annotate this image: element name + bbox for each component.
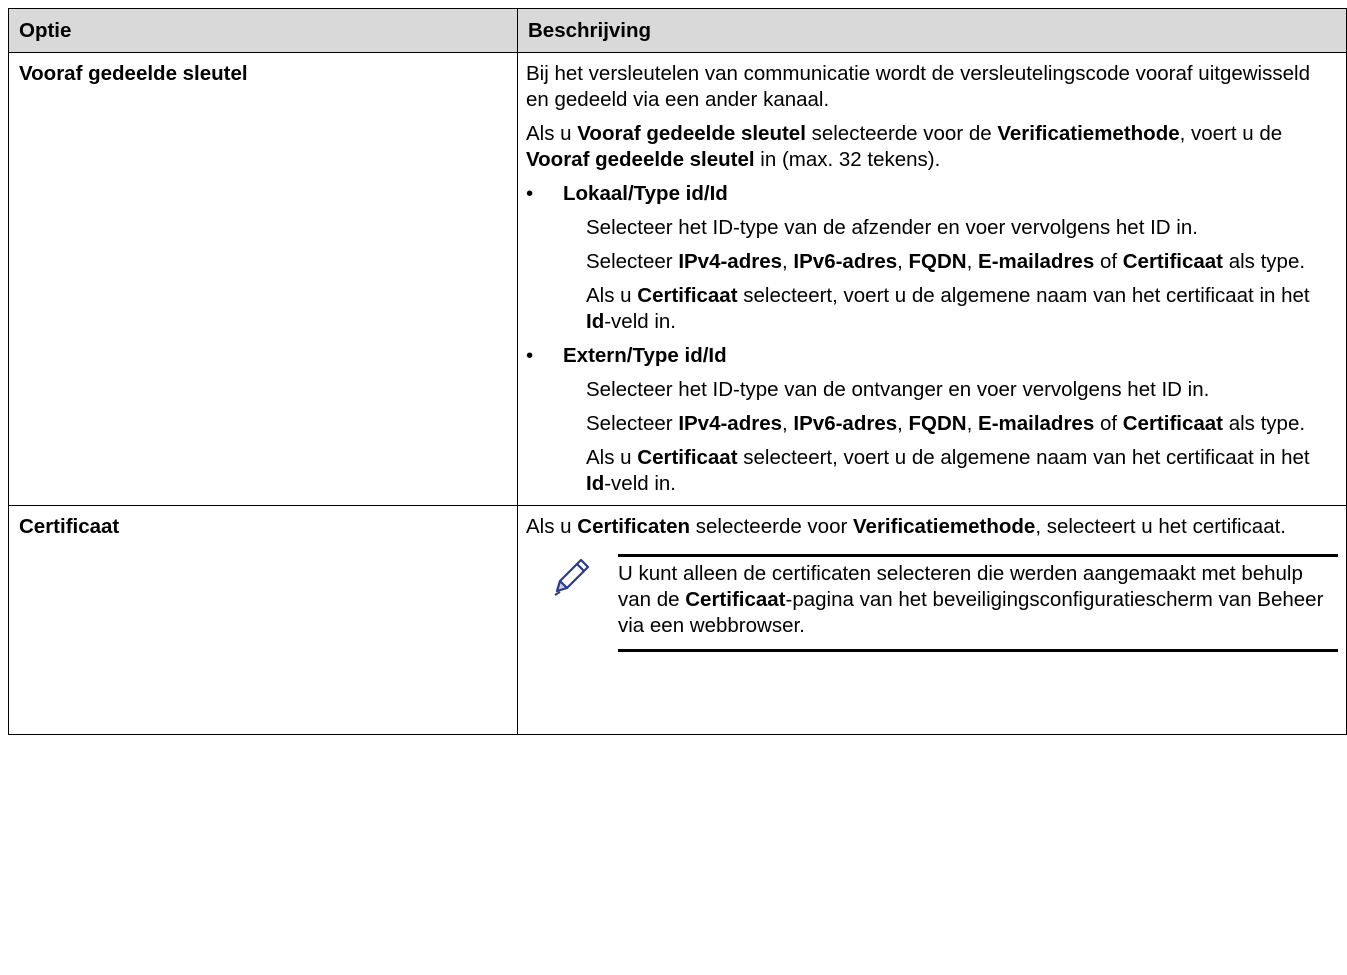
table-row: Certificaat Als u Certificaten selecteer… — [8, 505, 1347, 735]
header-option: Optie — [8, 8, 518, 53]
paragraph: Bij het versleutelen van communicatie wo… — [526, 62, 1310, 111]
note-box: U kunt alleen de certificaten selecteren… — [526, 554, 1338, 726]
bullet-label: Lokaal/Type id/Id — [563, 182, 728, 205]
bullet-item-local: • Lokaal/Type id/Id — [526, 181, 1338, 207]
paragraph: Als u Vooraf gedeelde sleutel selecteerd… — [526, 122, 1283, 171]
sub-paragraph: Selecteer IPv4-adres, IPv6-adres, FQDN, … — [586, 250, 1306, 273]
bullet-icon: • — [526, 344, 534, 367]
table-row: Vooraf gedeelde sleutel Bij het versleut… — [8, 52, 1347, 506]
note-divider-bottom — [618, 649, 1338, 652]
pencil-icon — [554, 558, 590, 596]
sub-paragraph: Selecteer IPv4-adres, IPv6-adres, FQDN, … — [586, 412, 1306, 435]
option-preshared-key: Vooraf gedeelde sleutel — [8, 52, 518, 506]
header-description: Beschrijving — [517, 8, 1347, 53]
note-text: U kunt alleen de certificaten selecteren… — [618, 562, 1324, 637]
description-preshared-key: Bij het versleutelen van communicatie wo… — [517, 52, 1347, 506]
note-divider-top — [618, 554, 1338, 557]
sub-paragraph: Selecteer het ID-type van de ontvanger e… — [586, 378, 1210, 401]
table-header-row: Optie Beschrijving — [8, 8, 1347, 53]
bullet-icon: • — [526, 182, 534, 205]
option-certificate: Certificaat — [8, 505, 518, 735]
paragraph: Als u Certificaten selecteerde voor Veri… — [526, 515, 1286, 538]
options-table: Optie Beschrijving Vooraf gedeelde sleut… — [8, 8, 1347, 735]
bullet-label: Extern/Type id/Id — [563, 344, 727, 367]
bullet-item-remote: • Extern/Type id/Id — [526, 343, 1338, 369]
sub-paragraph: Selecteer het ID-type van de afzender en… — [586, 216, 1198, 239]
sub-paragraph: Als u Certificaat selecteert, voert u de… — [586, 284, 1310, 333]
sub-paragraph: Als u Certificaat selecteert, voert u de… — [586, 446, 1310, 495]
description-certificate: Als u Certificaten selecteerde voor Veri… — [517, 505, 1347, 735]
